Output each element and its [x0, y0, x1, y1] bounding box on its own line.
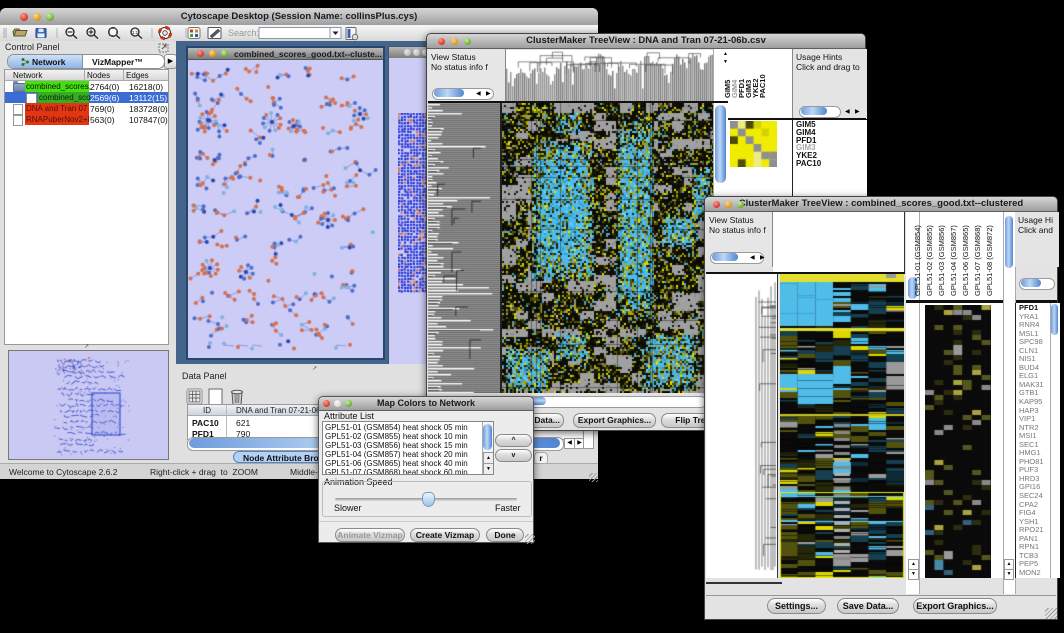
svg-text:Search:: Search:	[228, 28, 259, 38]
svg-text:1:1: 1:1	[132, 30, 139, 35]
